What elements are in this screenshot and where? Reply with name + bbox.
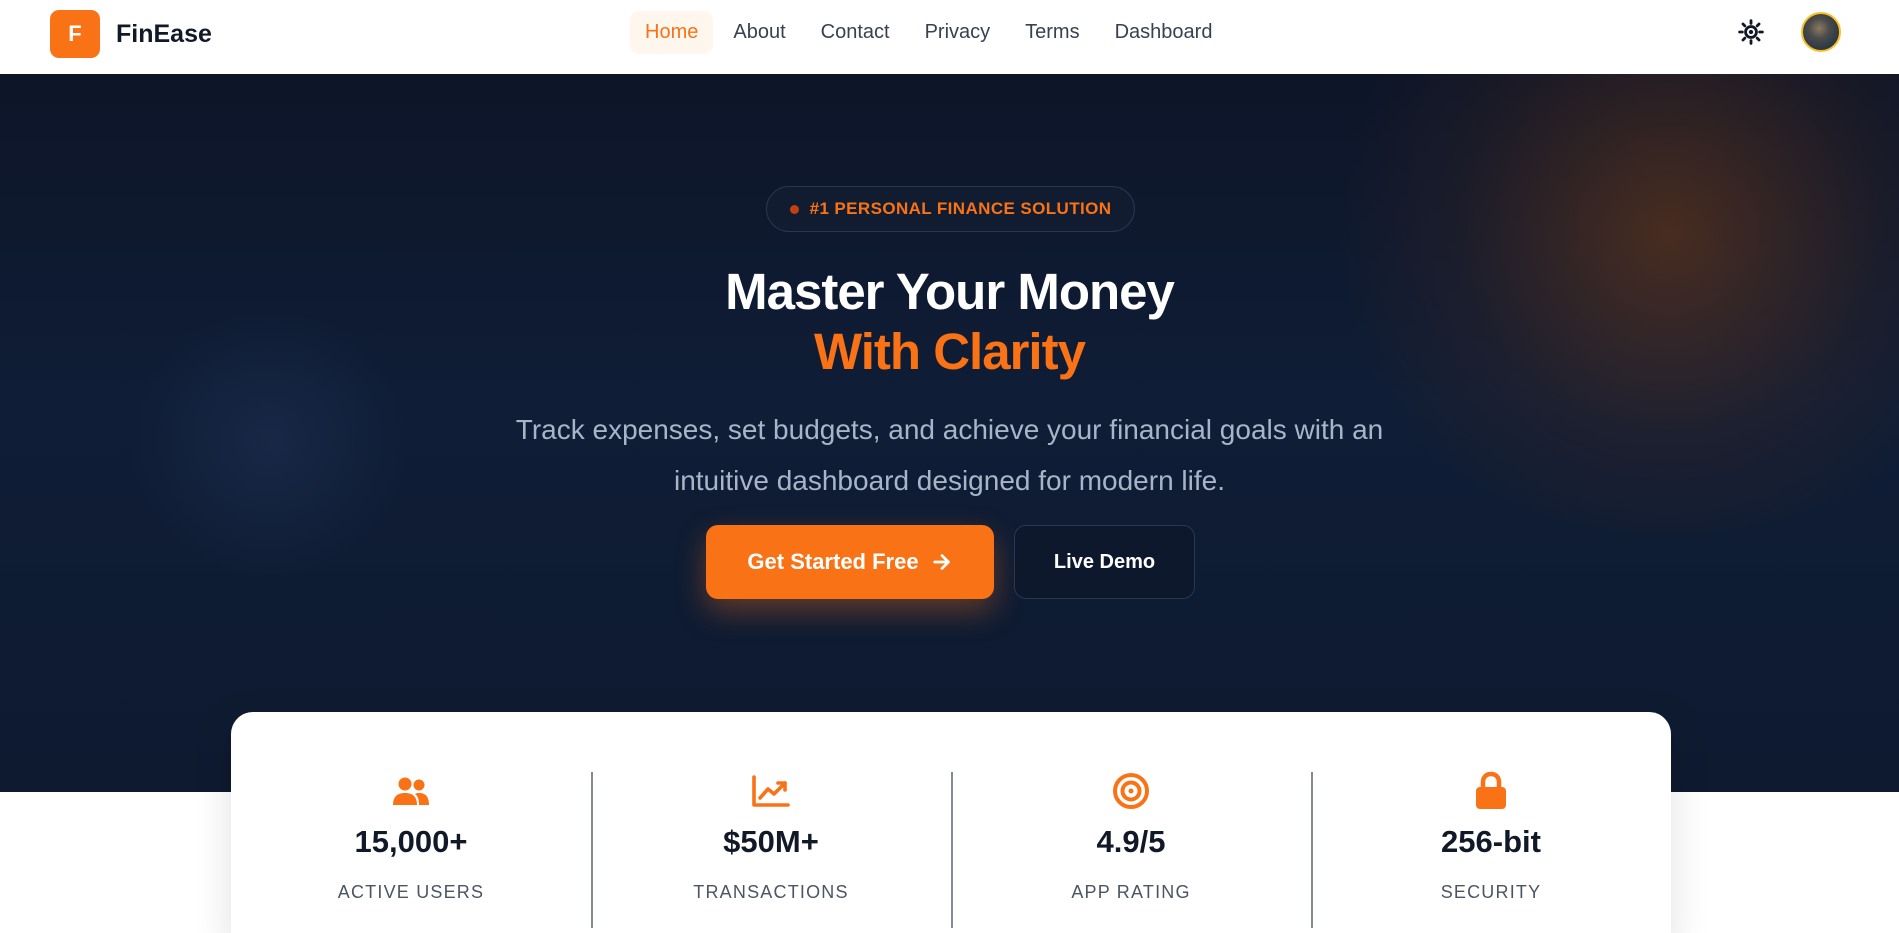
hero-title-line1: Master Your Money [725,263,1175,320]
nav-link-privacy[interactable]: Privacy [910,11,1006,54]
sun-icon [1738,19,1764,45]
top-navbar: F FinEase Home About Contact Privacy Ter… [0,0,1899,74]
stat-label: APP RATING [1071,882,1191,902]
brand[interactable]: F FinEase [50,10,212,58]
stat-value: 15,000+ [354,824,468,859]
live-demo-button[interactable]: Live Demo [1014,525,1195,599]
hero-subtitle: Track expenses, set budgets, and achieve… [515,414,1384,496]
brand-name: FinEase [116,19,212,48]
hero-title-line2: With Clarity [814,323,1086,380]
hero-section: #1 PERSONAL FINANCE SOLUTION Master Your… [0,74,1899,792]
nav-link-home[interactable]: Home [630,11,714,54]
chart-line-icon [752,775,790,807]
stat-security: 256-bit SECURITY [1311,712,1671,933]
stat-transactions: $50M+ TRANSACTIONS [591,712,951,933]
nav-link-dashboard[interactable]: Dashboard [1100,11,1228,54]
stat-active-users: 15,000+ ACTIVE USERS [231,712,591,933]
main-nav: Home About Contact Privacy Terms Dashboa… [630,11,1232,54]
badge-text: #1 PERSONAL FINANCE SOLUTION [809,199,1112,218]
stat-label: ACTIVE USERS [337,882,485,902]
nav-link-about[interactable]: About [718,11,800,54]
arrow-right-icon [932,554,950,570]
stat-value: 256-bit [1441,824,1541,859]
stat-label: TRANSACTIONS [693,882,849,902]
live-demo-label: Live Demo [1053,550,1156,573]
stat-label: SECURITY [1440,882,1542,902]
target-icon [1113,773,1149,809]
nav-link-terms[interactable]: Terms [1010,11,1094,54]
user-avatar[interactable] [1801,12,1841,52]
users-icon [393,777,429,805]
theme-toggle-button[interactable] [1736,17,1766,47]
stat-app-rating: 4.9/5 APP RATING [951,712,1311,933]
stat-value: $50M+ [723,824,819,859]
get-started-label: Get Started Free [747,549,919,574]
stat-value: 4.9/5 [1096,824,1166,859]
badge-dot [789,204,799,214]
hero-badge: #1 PERSONAL FINANCE SOLUTION [766,186,1135,232]
nav-link-contact[interactable]: Contact [806,11,905,54]
brand-logo: F [50,10,100,58]
stats-card: 15,000+ ACTIVE USERS $50M+ TRANSACTIONS … [231,712,1671,933]
lock-icon [1476,771,1506,809]
hero-title: Master Your Money With Clarity [0,262,1899,382]
get-started-button[interactable]: Get Started Free [706,525,994,599]
